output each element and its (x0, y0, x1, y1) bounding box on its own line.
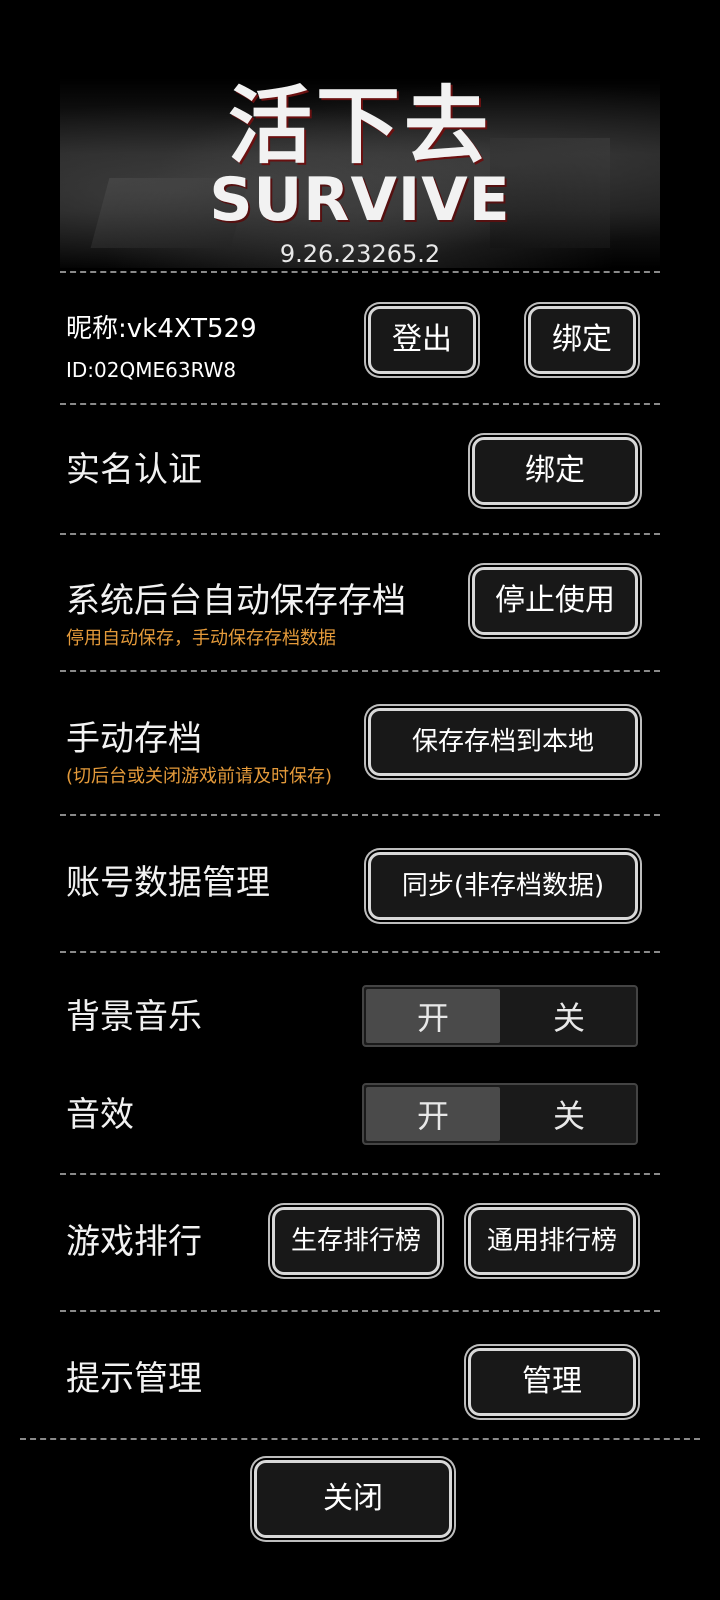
sfx-toggle[interactable]: 开 关 (362, 1083, 638, 1145)
survival-ranking-button[interactable]: 生存排行榜 (272, 1207, 440, 1275)
account-data-label: 账号数据管理 (66, 863, 270, 903)
divider (20, 1438, 700, 1440)
realname-label: 实名认证 (66, 450, 202, 490)
account-bind-button[interactable]: 绑定 (528, 306, 636, 374)
bgm-label: 背景音乐 (66, 997, 202, 1037)
bgm-off-option[interactable]: 关 (502, 987, 636, 1045)
nickname-text: 昵称:vk4XT529 (66, 314, 257, 344)
divider (60, 1310, 660, 1312)
general-ranking-button[interactable]: 通用排行榜 (468, 1207, 636, 1275)
divider (60, 271, 660, 273)
divider (60, 670, 660, 672)
tips-label: 提示管理 (66, 1359, 202, 1399)
bgm-on-option[interactable]: 开 (366, 989, 500, 1043)
sfx-label: 音效 (66, 1095, 134, 1135)
manual-save-label: 手动存档 (66, 719, 202, 759)
realname-bind-button[interactable]: 绑定 (472, 437, 638, 505)
version-text: 9.26.23265.2 (279, 240, 441, 268)
game-logo-chinese: 活下去 (227, 76, 492, 175)
logout-button[interactable]: 登出 (368, 306, 476, 374)
ranking-label: 游戏排行 (66, 1222, 202, 1262)
autosave-label: 系统后台自动保存存档 (66, 581, 406, 621)
sfx-on-option[interactable]: 开 (366, 1087, 500, 1141)
divider (60, 403, 660, 405)
save-local-button[interactable]: 保存存档到本地 (368, 708, 638, 776)
sfx-off-option[interactable]: 关 (502, 1085, 636, 1143)
game-logo-english: SURVIVE (209, 165, 511, 235)
divider (60, 533, 660, 535)
close-button[interactable]: 关闭 (254, 1460, 452, 1538)
manual-save-hint: (切后台或关闭游戏前请及时保存) (66, 766, 333, 787)
tips-manage-button[interactable]: 管理 (468, 1348, 636, 1416)
stop-autosave-button[interactable]: 停止使用 (472, 567, 638, 635)
user-id-text: ID:02QME63RW8 (66, 358, 237, 382)
divider (60, 814, 660, 816)
divider (60, 1173, 660, 1175)
bgm-toggle[interactable]: 开 关 (362, 985, 638, 1047)
autosave-hint: 停用自动保存，手动保存存档数据 (66, 628, 336, 649)
divider (60, 951, 660, 953)
sync-data-button[interactable]: 同步(非存档数据) (368, 852, 638, 920)
